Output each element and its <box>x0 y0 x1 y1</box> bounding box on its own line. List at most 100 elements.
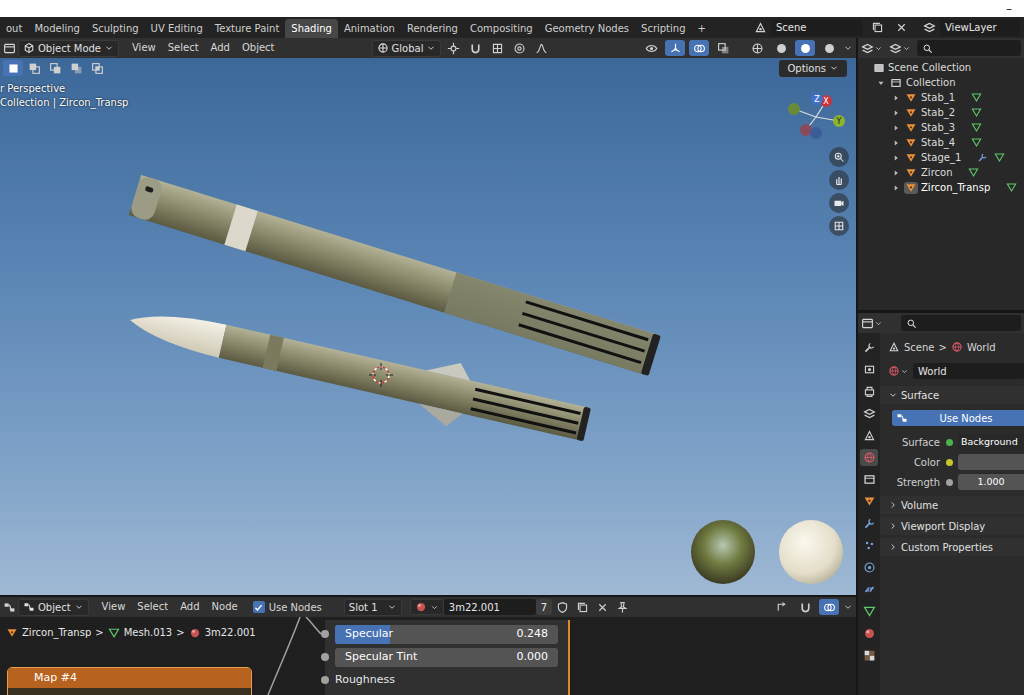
viewport-menu[interactable]: Add <box>206 40 235 56</box>
workspace-tab[interactable]: UV Editing <box>145 19 209 38</box>
editor-type-icon[interactable] <box>3 42 16 55</box>
material-name-field[interactable]: 3m22.001 <box>444 599 536 615</box>
properties-tab[interactable] <box>860 449 878 466</box>
shading-mode-button[interactable] <box>771 40 791 56</box>
property-field[interactable]: Background <box>958 434 1024 450</box>
breadcrumb-item[interactable]: Scene <box>904 340 935 355</box>
workspace-tab[interactable]: Modeling <box>28 19 86 38</box>
properties-type-dropdown[interactable] <box>861 317 883 330</box>
node-canvas[interactable]: Zircon_Transp>Mesh.013>3m22.001Map #4Spe… <box>0 617 856 695</box>
use-nodes-button[interactable]: Use Nodes <box>892 410 1024 426</box>
breadcrumb-item[interactable]: Mesh.013 <box>124 625 173 640</box>
mesh-data-icon[interactable] <box>971 107 982 118</box>
workspace-tab[interactable]: Animation <box>338 19 401 38</box>
panel-header[interactable]: Custom Properties <box>880 538 1024 556</box>
outliner-item-icon[interactable] <box>904 152 918 164</box>
workspace-tab[interactable]: out <box>0 19 28 38</box>
minimize-button[interactable]: – <box>1006 0 1012 18</box>
properties-tab[interactable] <box>860 339 878 356</box>
ortho-navigation-button[interactable] <box>829 216 849 236</box>
properties-tab[interactable] <box>860 427 878 444</box>
properties-tab[interactable] <box>860 559 878 576</box>
breadcrumb-item[interactable]: Zircon_Transp <box>22 625 91 640</box>
outliner-item-icon[interactable] <box>904 137 918 149</box>
outliner-label[interactable]: Stab_3 <box>921 120 955 135</box>
outliner-row[interactable]: Collection <box>858 75 1024 90</box>
outliner-row[interactable]: Stab_4 <box>858 135 1024 150</box>
node-menu[interactable]: View <box>97 599 131 615</box>
node-toggle[interactable] <box>771 599 791 615</box>
proportional-button[interactable] <box>509 40 529 56</box>
world-name-field[interactable]: World <box>913 363 1024 379</box>
viewport-menu[interactable]: View <box>127 40 161 56</box>
options-button[interactable]: Options <box>779 60 847 77</box>
view-layer-field[interactable]: ViewLayer <box>940 20 1020 36</box>
panel-header[interactable]: Surface <box>880 386 1024 404</box>
slot-dropdown[interactable]: Slot 1 <box>344 599 402 616</box>
scene-field[interactable]: Scene <box>771 20 863 36</box>
outliner-row[interactable]: Scene Collection <box>858 60 1024 75</box>
collapsed-arrow-icon[interactable] <box>891 138 901 148</box>
outliner-search[interactable] <box>917 40 1021 56</box>
outliner-label[interactable]: Stab_2 <box>921 105 955 120</box>
select-mode-button[interactable] <box>24 60 44 76</box>
viewport-toggle[interactable] <box>665 40 685 56</box>
panel-header[interactable]: Viewport Display <box>880 517 1024 535</box>
frame-title[interactable]: Map #4 <box>8 668 251 688</box>
shading-mode-button[interactable] <box>795 40 815 56</box>
shading-mode-button[interactable] <box>819 40 839 56</box>
outliner-row[interactable]: Zircon <box>858 165 1024 180</box>
viewport-toggle[interactable] <box>713 40 733 56</box>
properties-tab[interactable] <box>860 493 878 510</box>
fake-user-button[interactable] <box>552 599 572 615</box>
shading-options-icon[interactable] <box>843 43 853 53</box>
user-count[interactable]: 7 <box>536 599 552 615</box>
properties-tab[interactable] <box>860 537 878 554</box>
unlink-material-button[interactable] <box>592 599 612 615</box>
object-type-dropdown[interactable]: Object <box>18 599 89 616</box>
workspace-tab[interactable]: Sculpting <box>86 19 145 38</box>
overlay-options-icon[interactable] <box>843 602 853 612</box>
hand-navigation-button[interactable] <box>829 170 849 190</box>
outliner-label[interactable]: Stage_1 <box>921 150 961 165</box>
outliner-item-icon[interactable] <box>904 182 918 194</box>
outliner-item-icon[interactable] <box>904 92 918 104</box>
mesh-data-icon[interactable] <box>971 92 982 103</box>
workspace-tab[interactable]: Compositing <box>464 19 539 38</box>
checkbox-box[interactable] <box>253 601 265 613</box>
value-slider[interactable]: Specular0.248 <box>335 625 558 644</box>
add-workspace-button[interactable]: + <box>692 19 712 38</box>
shader-node[interactable]: Specular0.248Specular Tint0.000Roughness <box>325 620 570 695</box>
properties-tab[interactable] <box>860 471 878 488</box>
select-mode-button[interactable] <box>87 60 107 76</box>
gizmo-axis-label[interactable]: X <box>823 97 829 106</box>
remove-scene-button[interactable] <box>891 20 911 36</box>
select-mode-button[interactable] <box>66 60 86 76</box>
properties-tab[interactable] <box>860 581 878 598</box>
viewport-toggle[interactable] <box>689 40 709 56</box>
node-toggle[interactable] <box>795 599 815 615</box>
select-mode-button[interactable] <box>3 60 23 76</box>
frame-node[interactable]: Map #4 <box>7 667 252 695</box>
pivot-button[interactable] <box>443 40 463 56</box>
modifier-icon[interactable] <box>977 152 988 163</box>
properties-tab[interactable] <box>860 515 878 532</box>
lower-rocket[interactable] <box>123 289 595 457</box>
workspace-tab[interactable]: Texture Paint <box>209 19 286 38</box>
viewport-canvas[interactable]: Optionsr PerspectiveCollection | Zircon_… <box>0 58 856 595</box>
mesh-data-icon[interactable] <box>1006 182 1017 193</box>
snap-button[interactable] <box>465 40 485 56</box>
breadcrumb-item[interactable]: World <box>967 340 996 355</box>
collapsed-arrow-icon[interactable] <box>891 183 901 193</box>
gizmo-axis-label[interactable]: Y <box>836 117 842 126</box>
workspace-tab[interactable]: Rendering <box>401 19 464 38</box>
select-mode-button[interactable] <box>45 60 65 76</box>
outliner-item-icon[interactable] <box>904 107 918 119</box>
properties-tab[interactable] <box>860 625 878 642</box>
mesh-data-icon[interactable] <box>971 122 982 133</box>
expanded-arrow-icon[interactable] <box>876 78 886 88</box>
world-browse-button[interactable] <box>888 365 909 377</box>
viewport-menu[interactable]: Object <box>237 40 280 56</box>
display-mode-dropdown[interactable] <box>889 42 911 55</box>
properties-tab[interactable] <box>860 361 878 378</box>
